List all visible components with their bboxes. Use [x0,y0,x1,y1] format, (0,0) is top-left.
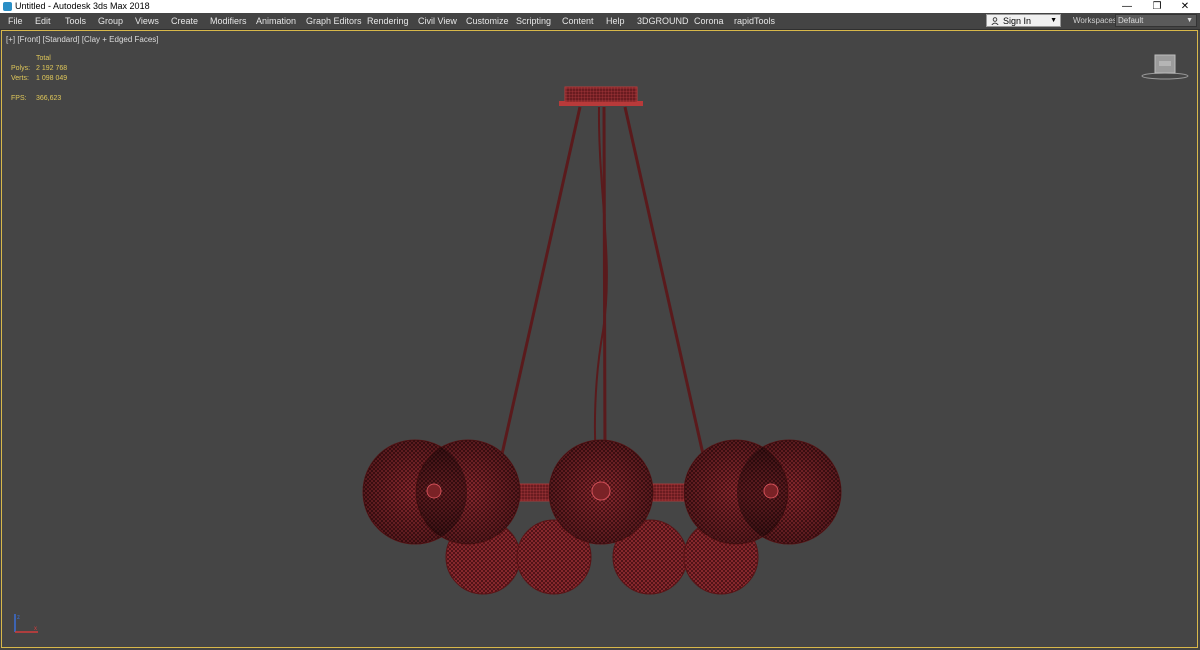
menu-animation[interactable]: Animation [256,13,296,29]
menu-graph-editors[interactable]: Graph Editors [306,13,362,29]
sign-in-label: Sign In [1003,16,1032,26]
menu-views[interactable]: Views [135,13,159,29]
menu-tools[interactable]: Tools [65,13,86,29]
menu-civil-view[interactable]: Civil View [418,13,457,29]
sign-in-button[interactable]: Sign In ▼ [986,14,1061,27]
title-bar: Untitled - Autodesk 3ds Max 2018 — ❐ ✕ [0,0,1200,13]
menu-modifiers[interactable]: Modifiers [210,13,247,29]
menu-edit[interactable]: Edit [35,13,51,29]
menu-help[interactable]: Help [606,13,625,29]
viewcube-icon[interactable] [1140,51,1190,83]
restore-button[interactable]: ❐ [1142,0,1172,13]
svg-text:x: x [34,626,37,632]
workspaces-dropdown[interactable]: Default ▼ [1115,14,1197,27]
workspaces-value: Default [1118,16,1144,25]
menu-rapidtools[interactable]: rapidTools [734,13,775,29]
app-icon [3,2,12,11]
menu-content[interactable]: Content [562,13,594,29]
connector-right [649,483,687,502]
menu-create[interactable]: Create [171,13,198,29]
canopy [564,86,638,103]
menu-file[interactable]: File [8,13,23,29]
menu-3dground[interactable]: 3DGROUND [637,13,689,29]
menu-corona[interactable]: Corona [694,13,724,29]
menu-group[interactable]: Group [98,13,123,29]
menu-scripting[interactable]: Scripting [516,13,551,29]
menu-customize[interactable]: Customize [466,13,509,29]
workspaces-label: Workspaces: [1073,16,1120,25]
svg-text:z: z [17,615,20,621]
close-button[interactable]: ✕ [1170,0,1200,13]
dropdown-arrow-icon: ▼ [1050,17,1057,24]
user-icon [991,17,999,25]
minimize-button[interactable]: — [1112,0,1142,13]
axis-tripod-icon: z x [14,614,38,633]
menu-rendering[interactable]: Rendering [367,13,409,29]
suspension-rods [498,106,707,464]
chandelier-model[interactable] [2,31,1197,647]
front-viewport[interactable]: [+] [Front] [Standard] [Clay + Edged Fac… [1,30,1198,648]
window-title: Untitled - Autodesk 3ds Max 2018 [15,1,150,11]
dropdown-arrow-icon: ▼ [1186,17,1193,24]
